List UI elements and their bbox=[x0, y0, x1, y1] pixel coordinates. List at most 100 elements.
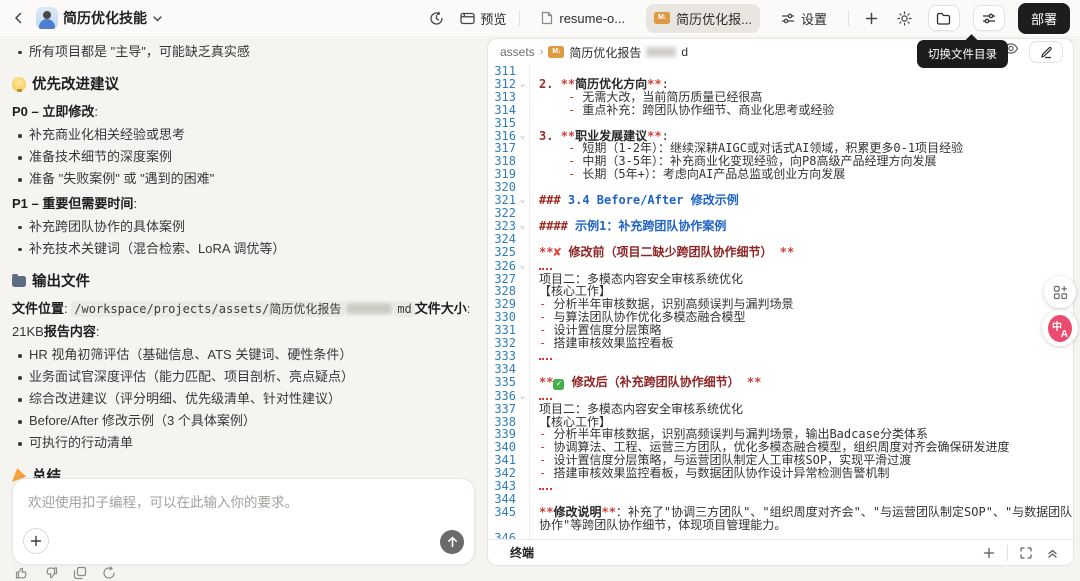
chat-bullet: 所有项目都是 "主导"，可能缺乏真实感 bbox=[12, 42, 473, 63]
dislike-button[interactable] bbox=[43, 565, 59, 581]
send-button[interactable] bbox=[440, 530, 464, 554]
fold-gutter bbox=[516, 454, 529, 467]
chat-bullet: 补充跨团队协作的具体案例 bbox=[12, 217, 473, 238]
text bbox=[539, 90, 568, 104]
bold-marker: ** bbox=[647, 77, 661, 91]
fold-gutter bbox=[516, 273, 529, 286]
chat-input[interactable]: 欢迎使用扣子编程，可以在此输入你的要求。 bbox=[12, 478, 475, 565]
code-line-content[interactable] bbox=[529, 480, 1073, 493]
fold-chevron-icon[interactable]: ⌄ bbox=[516, 390, 529, 403]
line-number: 324 bbox=[488, 233, 516, 246]
fold-gutter bbox=[516, 428, 529, 441]
list-marker: 2. bbox=[539, 77, 561, 91]
code-line-content[interactable]: - 长期（5年+）：考虑向AI产品总监或创业方向发展 bbox=[529, 168, 1073, 181]
file-icon bbox=[541, 11, 553, 25]
breadcrumb-file[interactable]: 简历优化报告 bbox=[569, 44, 641, 61]
code-line-content[interactable]: - 搭建审核效果监控看板 bbox=[529, 337, 1073, 350]
code-line-content[interactable] bbox=[529, 532, 1073, 539]
edit-file-button[interactable] bbox=[1029, 41, 1063, 63]
like-button[interactable] bbox=[14, 565, 30, 581]
spell-squiggle bbox=[539, 261, 552, 270]
line-number: 337 bbox=[488, 403, 516, 416]
tooltip-text: 切换文件目录 bbox=[928, 49, 997, 61]
translate-icon: 中A bbox=[1048, 315, 1072, 342]
line-number: 313 bbox=[488, 91, 516, 104]
preview-button[interactable]: 预览 bbox=[460, 9, 506, 28]
chat-panel: 所有项目都是 "主导"，可能缺乏真实感优先改进建议P0 – 立即修改:补充商业化… bbox=[0, 36, 487, 572]
line-number: 333 bbox=[488, 350, 516, 363]
line-number: 312 bbox=[488, 78, 516, 91]
code-line: 319 - 长期（5年+）：考虑向AI产品总监或创业方向发展 bbox=[488, 168, 1073, 181]
tab-label: 简历优化报... bbox=[676, 9, 752, 28]
theme-button[interactable] bbox=[894, 8, 915, 29]
text: 重点补充：跨团队协作细节、商业化思考或经验 bbox=[575, 103, 834, 117]
plus-icon bbox=[865, 12, 878, 25]
floating-widgets-button[interactable] bbox=[1044, 276, 1076, 308]
tab-resume-file[interactable]: resume-o... bbox=[533, 6, 633, 31]
expand-icon bbox=[1020, 547, 1032, 559]
code-line-content[interactable]: #### 示例1：补充跨团队协作案例 bbox=[529, 220, 1073, 233]
text: 长期（5年+）：考虑向AI产品总监或创业方向发展 bbox=[575, 167, 845, 181]
fold-chevron-icon[interactable]: ⌄ bbox=[516, 194, 529, 207]
chat-priority-line: P1 – 重要但需要时间: bbox=[12, 193, 473, 214]
bold-marker: ** bbox=[601, 505, 615, 519]
fold-chevron-icon[interactable]: ⌄ bbox=[516, 220, 529, 233]
chat-priority-line: P0 – 立即修改: bbox=[12, 101, 473, 122]
code-line-content[interactable]: ### 3.4 Before/After 修改示例 bbox=[529, 194, 1073, 207]
heading-marker: #### bbox=[539, 219, 575, 233]
agent-title-dropdown[interactable]: 简历优化技能 bbox=[36, 7, 163, 29]
tab-report-file[interactable]: M↓ 简历优化报... bbox=[646, 4, 760, 33]
fold-gutter bbox=[516, 285, 529, 298]
fold-gutter bbox=[516, 324, 529, 337]
editor-settings-button[interactable] bbox=[973, 5, 1005, 31]
fold-chevron-icon[interactable]: ⌄ bbox=[516, 78, 529, 91]
back-button[interactable] bbox=[10, 9, 28, 27]
chat-heading: 输出文件 bbox=[12, 270, 473, 291]
new-terminal-button[interactable] bbox=[980, 544, 998, 562]
sliders-icon bbox=[781, 12, 795, 25]
text bbox=[740, 375, 747, 389]
code-line-content[interactable]: **✓ 修改后（补充跨团队协作细节） ** bbox=[529, 376, 1073, 390]
file-explorer-button[interactable] bbox=[928, 5, 960, 31]
tab-settings[interactable]: 设置 bbox=[773, 4, 835, 33]
refresh-icon bbox=[102, 566, 116, 580]
code-line: 323⌄#### 示例1：补充跨团队协作案例 bbox=[488, 220, 1073, 233]
floating-translate-button[interactable]: 中A bbox=[1042, 310, 1078, 346]
text bbox=[539, 103, 568, 117]
fold-chevron-icon[interactable]: ⌄ bbox=[516, 260, 529, 273]
bold-marker: ** bbox=[747, 375, 761, 389]
code-line-content[interactable]: **修改说明**：补充了"协调三方团队"、"组织周度对齐会"、"与运营团队制定S… bbox=[529, 506, 1073, 532]
attach-button[interactable] bbox=[23, 528, 49, 554]
code-line-content[interactable]: - 搭建审核效果监控看板，与数据团队协作设计异常检测告警机制 bbox=[529, 467, 1073, 480]
deploy-button[interactable]: 部署 bbox=[1018, 3, 1070, 34]
breadcrumb-folder[interactable]: assets bbox=[500, 45, 535, 59]
chat-heading-text: 优先改进建议 bbox=[32, 73, 119, 94]
code-line: 333 bbox=[488, 350, 1073, 363]
spell-squiggle bbox=[539, 481, 552, 490]
fold-chevron-icon[interactable]: ⌄ bbox=[516, 130, 529, 143]
fold-gutter bbox=[516, 117, 529, 130]
expand-terminal-button[interactable] bbox=[1017, 544, 1035, 562]
code-line: 314 - 重点补充：跨团队协作细节、商业化思考或经验 bbox=[488, 104, 1073, 117]
text: 搭建审核效果监控看板 bbox=[546, 336, 673, 350]
code-editor[interactable]: 311312⌄2. **简历优化方向**:313 - 无需大改，当前简历质量已经… bbox=[488, 65, 1073, 539]
regenerate-button[interactable] bbox=[101, 565, 117, 581]
copy-button[interactable] bbox=[72, 565, 88, 581]
code-line-content[interactable]: - 重点补充：跨团队协作细节、商业化思考或经验 bbox=[529, 104, 1073, 117]
add-widget-icon bbox=[1053, 285, 1068, 300]
breadcrumb-file-suffix: d bbox=[681, 45, 688, 59]
collapse-terminal-button[interactable] bbox=[1044, 544, 1061, 562]
spell-squiggle bbox=[539, 351, 552, 360]
text: : bbox=[94, 104, 98, 119]
fold-gutter bbox=[516, 467, 529, 480]
history-button[interactable] bbox=[426, 8, 447, 29]
markdown-icon: M↓ bbox=[654, 12, 670, 24]
terminal-label[interactable]: 终端 bbox=[510, 544, 534, 561]
line-number: 325 bbox=[488, 246, 516, 260]
code-line-content[interactable] bbox=[529, 350, 1073, 363]
code-line-content[interactable]: **✘ 修改前（项目二缺少跨团队协作细节） ** bbox=[529, 246, 1073, 260]
bold-text: 修改说明 bbox=[553, 505, 601, 519]
fold-gutter bbox=[516, 363, 529, 376]
add-button[interactable] bbox=[862, 9, 881, 28]
heading-text: 示例1：补充跨团队协作案例 bbox=[575, 219, 726, 233]
